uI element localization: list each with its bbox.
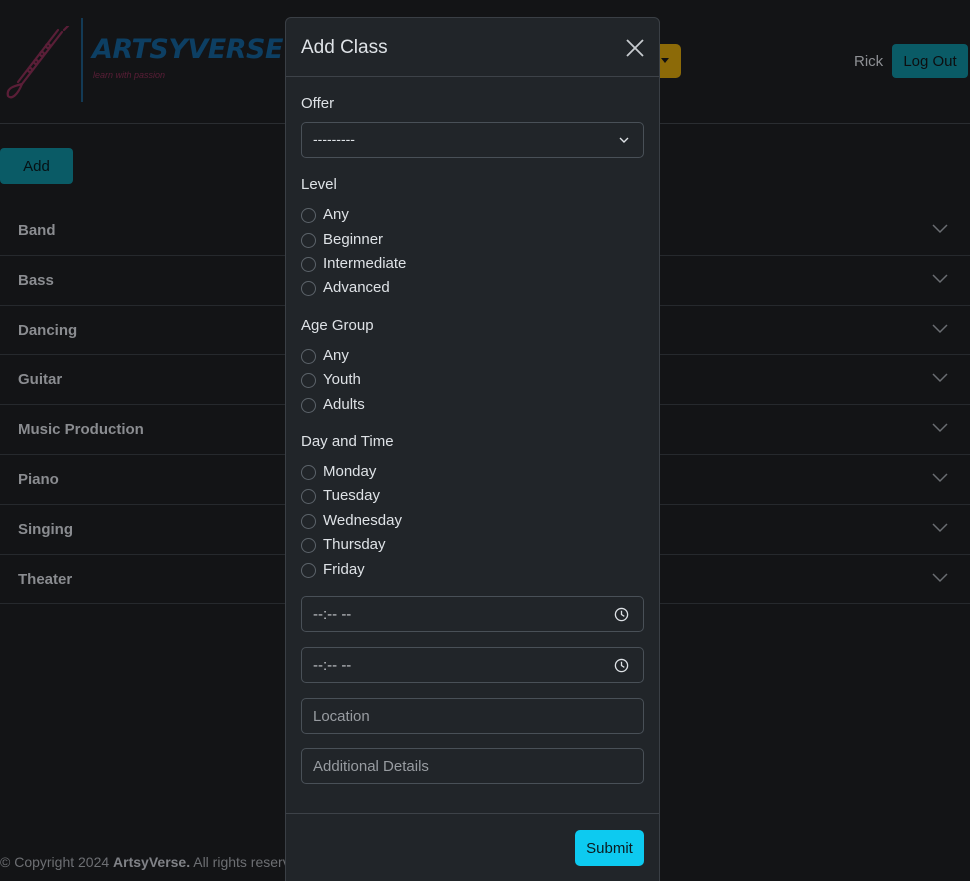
day-time-label: Day and Time (301, 433, 394, 450)
offer-select[interactable]: --------- (301, 122, 644, 158)
footer-prefix: © Copyright 2024 (0, 854, 114, 870)
start-time-input[interactable]: --:-- -- (301, 596, 644, 632)
footer-copyright: © Copyright 2024 ArtsyVerse. All rights … (0, 854, 290, 870)
logo-tagline: learn with passion (93, 70, 166, 80)
chevron-down-icon (932, 473, 948, 483)
chevron-down-icon (932, 573, 948, 582)
chevron-down-icon (932, 224, 948, 234)
end-time-input[interactable]: --:-- -- (301, 647, 644, 683)
logout-button[interactable]: Log Out (892, 44, 968, 78)
radio-button[interactable] (301, 208, 316, 223)
accordion-label: Music Production (18, 421, 144, 439)
modal-header: Add Class (286, 18, 659, 77)
caret-down-icon (661, 58, 669, 63)
submit-button[interactable]: Submit (575, 830, 644, 866)
radio-label: Youth (323, 371, 361, 388)
clarinet-icon (6, 26, 70, 99)
modal-title: Add Class (301, 37, 388, 58)
accordion-label: Singing (18, 520, 73, 538)
chevron-down-icon (932, 423, 948, 433)
add-class-button[interactable]: Add (0, 148, 73, 184)
radio-label: Any (323, 347, 349, 364)
accordion-label: Theater (18, 570, 73, 588)
modal-footer: Submit (286, 813, 659, 881)
radio-label: Tuesday (323, 487, 380, 504)
radio-button[interactable] (301, 257, 316, 272)
radio-label: Adults (323, 396, 365, 413)
radio-button[interactable] (301, 538, 316, 553)
end-time-value: --:-- -- (313, 657, 352, 674)
accordion-label: Piano (18, 470, 59, 488)
add-class-modal: Add Class Offer --------- Level Any Begi… (285, 17, 660, 881)
clock-icon[interactable] (614, 658, 629, 673)
logo-divider (81, 18, 83, 102)
location-input[interactable]: Location (301, 698, 644, 734)
footer-brand: ArtsyVerse. (113, 854, 191, 870)
accordion-label: Band (18, 222, 56, 239)
chevron-down-icon (619, 137, 629, 143)
user-name: Rick (854, 53, 884, 70)
chevron-down-icon (932, 274, 948, 283)
page: ARTSYVERSE learn with passion Rick Log O… (0, 0, 970, 881)
footer-suffix: All rights reserv (190, 854, 290, 870)
additional-details-input[interactable]: Additional Details (301, 748, 644, 784)
radio-button[interactable] (301, 373, 316, 388)
level-label: Level (301, 176, 337, 193)
radio-label: Wednesday (323, 512, 402, 529)
radio-button[interactable] (301, 514, 316, 529)
radio-button[interactable] (301, 349, 316, 364)
radio-label: Intermediate (323, 255, 407, 272)
clock-icon[interactable] (614, 607, 629, 622)
close-icon[interactable] (624, 37, 646, 59)
radio-button[interactable] (301, 233, 316, 248)
radio-label: Any (323, 206, 349, 223)
radio-label: Monday (323, 463, 377, 480)
site-logo[interactable]: ARTSYVERSE learn with passion (4, 18, 283, 104)
accordion-label: Guitar (18, 371, 63, 389)
start-time-value: --:-- -- (313, 606, 352, 623)
radio-button[interactable] (301, 465, 316, 480)
radio-label: Friday (323, 561, 365, 578)
chevron-down-icon (932, 523, 948, 532)
radio-label: Beginner (323, 231, 384, 248)
offer-select-value: --------- (313, 131, 355, 147)
offer-label: Offer (301, 95, 335, 112)
radio-button[interactable] (301, 489, 316, 504)
logo-title: ARTSYVERSE (92, 34, 283, 65)
accordion-label: Dancing (18, 321, 78, 339)
age-group-label: Age Group (301, 317, 374, 334)
chevron-down-icon (932, 373, 948, 383)
radio-button[interactable] (301, 398, 316, 413)
radio-button[interactable] (301, 281, 316, 296)
location-placeholder: Location (313, 708, 370, 725)
additional-details-placeholder: Additional Details (313, 758, 429, 775)
radio-label: Advanced (323, 279, 390, 296)
chevron-down-icon (932, 324, 948, 333)
radio-label: Thursday (323, 536, 386, 553)
radio-button[interactable] (301, 563, 316, 578)
accordion-label: Bass (18, 271, 54, 289)
